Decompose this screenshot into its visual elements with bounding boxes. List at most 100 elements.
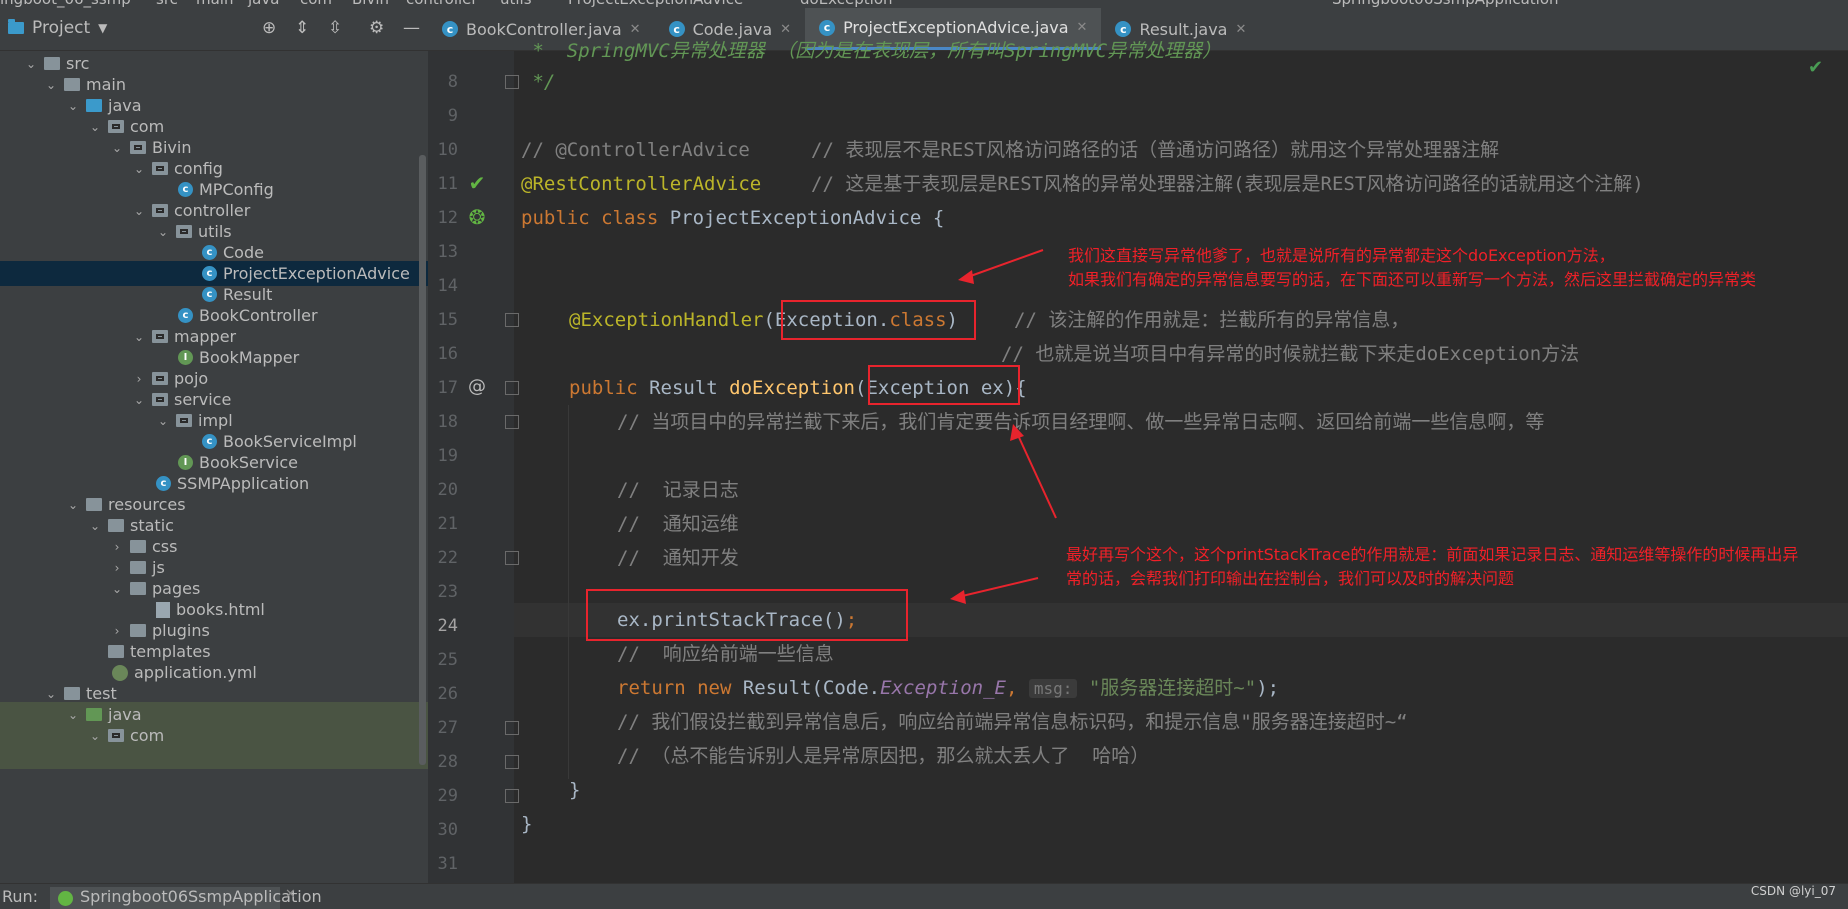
chevron-down-icon[interactable]: ⌄ — [132, 330, 146, 344]
breadcrumb-java[interactable]: java — [248, 0, 279, 8]
interface-icon: I — [178, 350, 193, 365]
tree-item-label: templates — [130, 642, 211, 661]
line-number: 10 — [437, 140, 458, 160]
code-comment: // （总不能告诉别人是异常原因把，那么就太丢人了 哈哈） — [617, 745, 1150, 767]
tree-scrollbar[interactable] — [419, 155, 426, 765]
parameter-hint: msg: — [1028, 679, 1078, 698]
line-number: 11 — [437, 174, 458, 194]
close-icon[interactable]: ✕ — [1077, 20, 1088, 35]
run-config-select[interactable]: Springboot06SsmpApplication — [1332, 0, 1559, 8]
hide-panel-icon[interactable]: — — [403, 18, 420, 38]
resources-folder-icon — [86, 498, 102, 511]
yaml-file-icon — [112, 664, 128, 681]
expand-all-icon[interactable]: ⇕ — [295, 18, 309, 38]
fold-marker-icon[interactable] — [505, 381, 519, 395]
tree-item-label: test — [86, 684, 117, 703]
breadcrumb-main[interactable]: main — [196, 0, 233, 8]
at-annotation-icon[interactable]: @ — [465, 375, 489, 399]
breadcrumb-bivin[interactable]: Bivin — [352, 0, 389, 8]
project-icon — [8, 19, 24, 34]
tree-item-label: config — [174, 159, 223, 178]
tree-item-label: utils — [198, 222, 232, 241]
breadcrumb: ingboot_06_ssmp src main java com Bivin … — [0, 0, 1848, 8]
chevron-down-icon[interactable]: ⌄ — [132, 393, 146, 407]
code-line: // 也就是说当项目中有异常的时候就拦截下来走doException方法 — [1001, 337, 1579, 371]
chevron-down-icon[interactable]: ⌄ — [88, 729, 102, 743]
locate-icon[interactable]: ⊕ — [262, 18, 276, 38]
code-token: ); — [1256, 677, 1280, 699]
breadcrumb-project[interactable]: ingboot_06_ssmp — [0, 0, 131, 8]
tree-item-label: MPConfig — [199, 180, 274, 199]
chevron-right-icon[interactable]: › — [110, 624, 124, 638]
folder-icon — [108, 645, 124, 658]
chevron-down-icon[interactable]: ⌄ — [66, 498, 80, 512]
tree-item-label: src — [66, 54, 90, 73]
method-name-token: doException — [729, 377, 855, 399]
fold-marker-icon[interactable] — [505, 721, 519, 735]
line-number: 20 — [437, 480, 458, 500]
chevron-down-icon[interactable]: ⌄ — [44, 687, 58, 701]
breadcrumb-src[interactable]: src — [156, 0, 178, 8]
breadcrumb-utils[interactable]: utils — [500, 0, 532, 8]
close-icon[interactable]: ✕ — [1235, 22, 1246, 37]
inspection-ok-icon[interactable]: ✔ — [1808, 57, 1823, 78]
fold-marker-icon[interactable] — [505, 789, 519, 803]
code-line: // 表现层不是REST风格访问路径的话（普通访问路径）就用这个异常处理器注解 — [811, 133, 1499, 167]
chevron-right-icon[interactable]: › — [110, 540, 124, 554]
fold-marker-icon[interactable] — [505, 551, 519, 565]
keyword-token: return new — [617, 677, 743, 699]
spring-bean-icon[interactable]: ✔ — [465, 171, 489, 195]
breadcrumb-com[interactable]: com — [300, 0, 332, 8]
chevron-down-icon[interactable]: ⌄ — [88, 519, 102, 533]
chevron-down-icon[interactable]: ⌄ — [156, 225, 170, 239]
annotation-note: 如果我们有确定的异常信息要写的话，在下面还可以重新写一个方法，然后这里拦截确定的… — [1068, 270, 1757, 289]
line-number: 25 — [437, 650, 458, 670]
keyword-token: public class — [521, 207, 670, 229]
line-number: 14 — [437, 276, 458, 296]
code-comment: */ — [521, 71, 556, 93]
chevron-down-icon[interactable]: ⌄ — [88, 120, 102, 134]
fold-marker-icon[interactable] — [505, 415, 519, 429]
chevron-down-icon[interactable]: ⌄ — [110, 582, 124, 596]
annotation-note: 常的话，会帮我们打印输出在控制台，我们可以及时的解决问题 — [1066, 569, 1515, 588]
fold-marker-icon[interactable] — [505, 313, 519, 327]
line-number: 17 — [437, 378, 458, 398]
code-token: } — [521, 813, 533, 835]
code-comment: // 当项目中的异常拦截下来后，我们肯定要告诉项目经理啊、做一些异常日志啊、返回… — [617, 411, 1545, 433]
chevron-down-icon[interactable]: ⌄ — [132, 162, 146, 176]
html-file-icon — [156, 601, 170, 618]
tree-item-label: BookController — [199, 306, 318, 325]
collapse-all-icon[interactable]: ⇳ — [328, 18, 342, 38]
folder-icon — [130, 582, 146, 595]
run-tool-bar: Run: Springboot06SsmpApplication ✕ — [0, 883, 1848, 909]
code-comment: // 也就是说当项目中有异常的时候就拦截下来走doException方法 — [1001, 343, 1580, 365]
spring-bean-icon[interactable]: ❂ — [465, 205, 489, 229]
chevron-down-icon[interactable]: ⌄ — [132, 204, 146, 218]
chevron-down-icon[interactable]: ⌄ — [44, 78, 58, 92]
code-comment: // 这是基于表现层是REST风格的异常处理器注解(表现层是REST风格访问路径… — [811, 173, 1644, 195]
class-icon: c — [442, 21, 458, 37]
fold-marker-icon[interactable] — [505, 755, 519, 769]
gear-icon[interactable]: ⚙ — [369, 18, 384, 38]
source-folder-icon — [86, 99, 102, 112]
breadcrumb-method[interactable]: doException — [800, 0, 893, 8]
chevron-right-icon[interactable]: › — [110, 561, 124, 575]
chevron-down-icon[interactable]: ⌄ — [110, 141, 124, 155]
breadcrumb-controller[interactable]: controller — [406, 0, 478, 8]
project-view-selector[interactable]: Project ▼ — [8, 18, 107, 38]
annotation-box-exception-class — [781, 300, 976, 340]
chevron-down-icon[interactable]: ⌄ — [156, 414, 170, 428]
chevron-down-icon[interactable]: ⌄ — [66, 708, 80, 722]
breadcrumb-class[interactable]: ProjectExceptionAdvice — [568, 0, 743, 8]
fold-marker-icon[interactable] — [505, 75, 519, 89]
package-icon — [152, 393, 168, 406]
chevron-down-icon[interactable]: ⌄ — [66, 99, 80, 113]
annotation-box-exception-param — [868, 365, 1020, 405]
chevron-down-icon[interactable]: ⌄ — [24, 57, 38, 71]
code-comment: // 通知开发 — [617, 547, 739, 569]
package-icon — [152, 204, 168, 217]
chevron-right-icon[interactable]: › — [132, 372, 146, 386]
code-comment: // @ControllerAdvice — [521, 139, 750, 161]
close-icon[interactable]: ✕ — [285, 887, 296, 902]
code-line: // 记录日志 — [617, 473, 739, 507]
